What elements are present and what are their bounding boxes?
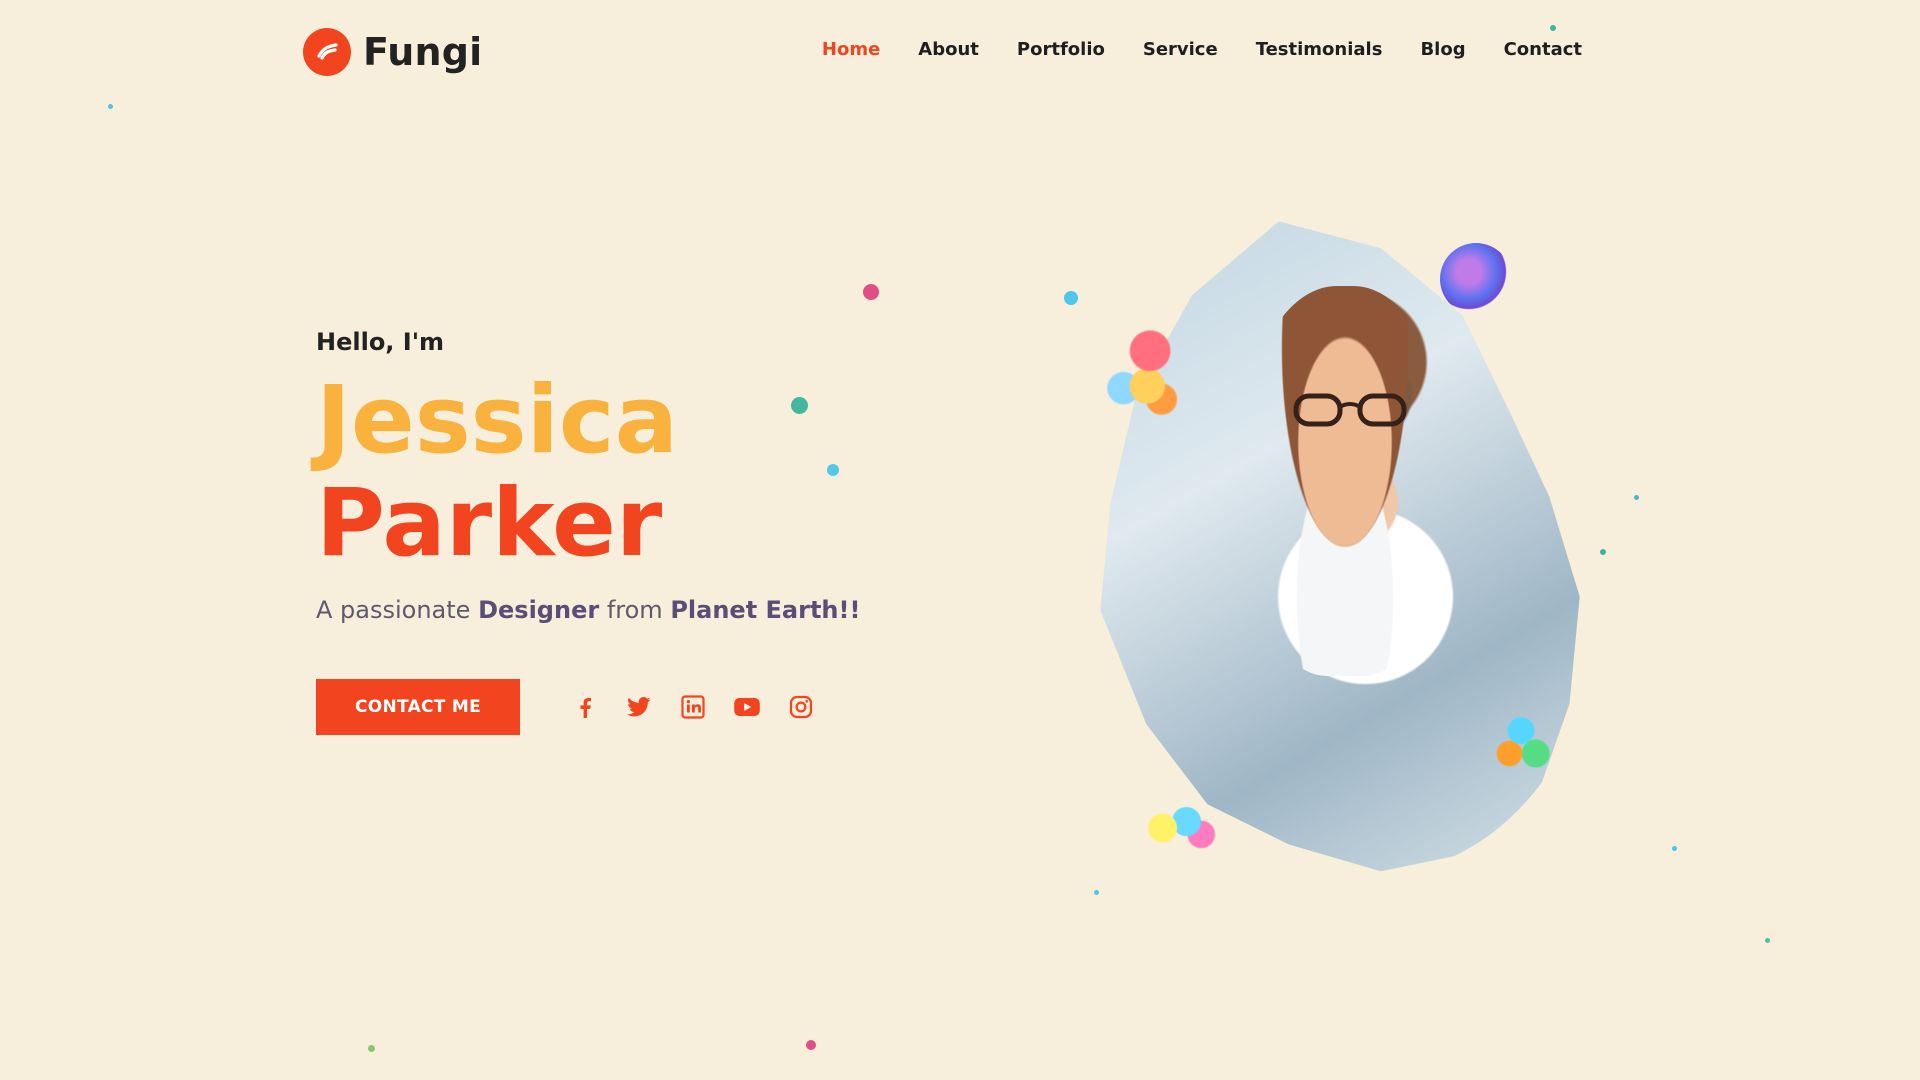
- multicolor-paint-splash-right: [1480, 706, 1562, 788]
- multicolor-paint-splash-left: [1095, 320, 1190, 430]
- decorative-dot: [368, 1045, 375, 1052]
- social-links: [568, 690, 818, 724]
- nav-item-service[interactable]: Service: [1143, 41, 1218, 59]
- decorative-dot: [108, 104, 113, 109]
- hero-tagline: A passionate Designer from Planet Earth!…: [316, 596, 860, 624]
- decorative-dot: [1634, 495, 1639, 500]
- nav-item-about[interactable]: About: [918, 41, 979, 59]
- youtube-icon[interactable]: [730, 690, 764, 724]
- nav-item-testimonials[interactable]: Testimonials: [1256, 41, 1383, 59]
- hero-content: Hello, I'm Jessica Parker A passionate D…: [316, 328, 860, 736]
- instagram-icon[interactable]: [784, 690, 818, 724]
- decorative-dot: [1765, 938, 1770, 943]
- glasses-icon: [1293, 393, 1407, 427]
- hero-first-name: Jessica: [316, 366, 679, 475]
- tagline-from: from: [606, 596, 663, 625]
- nav-item-contact[interactable]: Contact: [1504, 41, 1582, 59]
- tagline-prefix: A passionate: [316, 596, 471, 625]
- decorative-dot: [1064, 291, 1078, 305]
- site-header: Fungi Home About Portfolio Service Testi…: [0, 0, 1920, 104]
- hero-portrait: [1085, 208, 1595, 878]
- multicolor-paint-splash-bottom: [1135, 788, 1227, 868]
- landing-page: Fungi Home About Portfolio Service Testi…: [0, 0, 1920, 1080]
- contact-me-button[interactable]: CONTACT ME: [316, 679, 520, 736]
- linkedin-icon[interactable]: [676, 690, 710, 724]
- decorative-dot: [1672, 846, 1677, 851]
- hero-actions: CONTACT ME: [316, 679, 860, 736]
- decorative-dot: [1094, 890, 1099, 895]
- decorative-dot: [806, 1040, 816, 1050]
- decorative-dot: [863, 284, 879, 300]
- facebook-icon[interactable]: [568, 690, 602, 724]
- tagline-planet-earth: Planet Earth!!: [670, 596, 861, 625]
- hero-greeting: Hello, I'm: [316, 328, 445, 356]
- hero-last-name: Parker: [316, 469, 663, 579]
- purple-paint-splash: [1440, 243, 1512, 315]
- nav-item-portfolio[interactable]: Portfolio: [1017, 41, 1105, 59]
- twitter-icon[interactable]: [622, 690, 656, 724]
- brand-logo[interactable]: Fungi: [303, 28, 482, 76]
- nav-item-home[interactable]: Home: [822, 41, 880, 59]
- brand-name: Fungi: [363, 30, 483, 74]
- decorative-dot: [1600, 549, 1606, 555]
- nav-item-blog[interactable]: Blog: [1420, 41, 1465, 59]
- tagline-designer: Designer: [478, 596, 600, 625]
- main-navigation: Home About Portfolio Service Testimonial…: [822, 41, 1582, 59]
- woman-portrait: [1240, 286, 1450, 676]
- logo-icon: [303, 28, 351, 76]
